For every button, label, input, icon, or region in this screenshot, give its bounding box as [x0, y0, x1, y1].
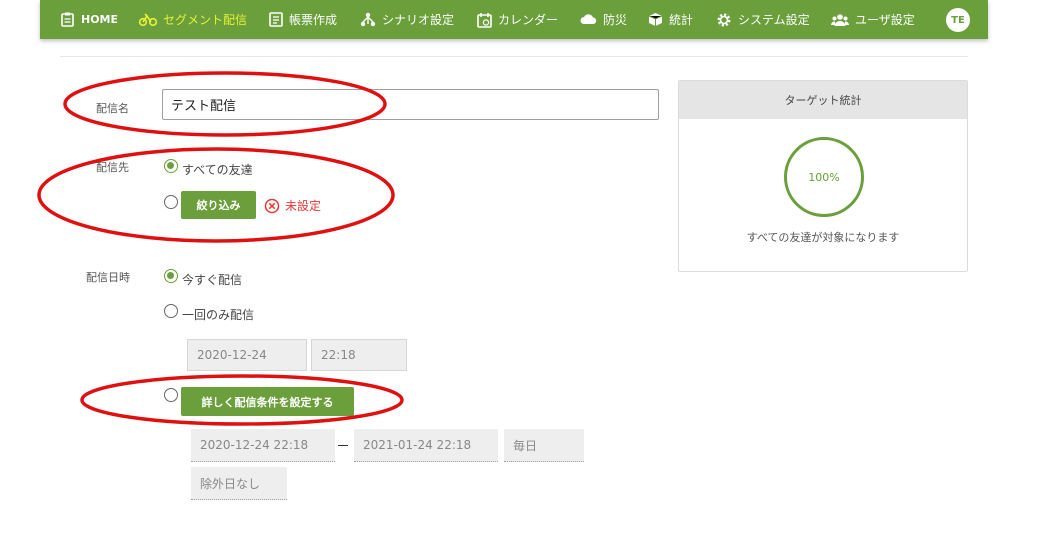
nav-calendar-label: カレンダー [498, 13, 559, 27]
filter-status-text: 未設定 [285, 199, 322, 213]
top-navbar: HOME セグメント配信 帳票作成 シナリオ設定 カレンダー 防災 統計 システ… [40, 0, 988, 39]
advanced-settings-button[interactable]: 詳しく配信条件を設定する [181, 387, 354, 416]
once-date-field[interactable]: 2020-12-24 [187, 339, 307, 371]
radio-send-once-label: 一回のみ配信 [182, 308, 255, 322]
nav-home[interactable]: HOME [60, 0, 118, 39]
document-icon [269, 12, 283, 27]
sitemap-icon [360, 12, 376, 27]
advanced-start-field[interactable]: 2020-12-24 22:18 [191, 429, 335, 462]
target-percent-ring: 100% [784, 137, 864, 217]
nav-system-label: システム設定 [738, 13, 810, 27]
nav-scenario-label: シナリオ設定 [382, 13, 455, 27]
name-label: 配信名 [96, 102, 129, 115]
radio-all-friends[interactable] [164, 159, 178, 173]
calendar-icon [477, 12, 492, 28]
bicycle-icon [139, 13, 157, 27]
nav-calendar[interactable]: カレンダー [477, 0, 558, 39]
radio-send-once[interactable] [164, 304, 178, 318]
target-caption: すべての友達が対象になります [746, 231, 900, 244]
nav-home-label: HOME [81, 13, 119, 26]
range-dash [338, 445, 348, 446]
radio-send-now-label: 今すぐ配信 [182, 273, 243, 287]
radio-all-friends-label: すべての友達 [182, 163, 253, 177]
datetime-label: 配信日時 [86, 271, 130, 284]
cube-icon [648, 13, 663, 26]
header-divider [60, 56, 968, 57]
nav-report[interactable]: 帳票作成 [269, 0, 337, 39]
nav-report-label: 帳票作成 [289, 13, 338, 27]
radio-send-now[interactable] [164, 269, 178, 283]
gear-icon [717, 13, 731, 26]
destination-label: 配信先 [96, 161, 129, 174]
nav-stats-label: 統計 [669, 13, 694, 27]
advanced-end-field[interactable]: 2021-01-24 22:18 [354, 429, 498, 462]
nav-segment[interactable]: セグメント配信 [139, 0, 247, 39]
radio-advanced[interactable] [164, 388, 178, 402]
cloud-icon [580, 14, 597, 24]
clipboard-icon [61, 12, 74, 27]
nav-user[interactable]: ユーザ設定 [831, 0, 915, 39]
filter-button[interactable]: 絞り込み [181, 191, 256, 219]
nav-scenario[interactable]: シナリオ設定 [360, 0, 454, 39]
radio-filter[interactable] [164, 195, 178, 209]
nav-disaster-label: 防災 [603, 13, 628, 27]
name-input[interactable] [162, 89, 659, 120]
nav-stats[interactable]: 統計 [648, 0, 693, 39]
nav-segment-label: セグメント配信 [163, 13, 248, 27]
filter-status: 未設定 [264, 197, 321, 214]
nav-disaster[interactable]: 防災 [580, 0, 627, 39]
nav-user-label: ユーザ設定 [855, 13, 915, 27]
avatar[interactable]: TE [946, 8, 970, 32]
once-time-field[interactable]: 22:18 [311, 339, 407, 371]
users-icon [831, 13, 849, 26]
exclude-days-field[interactable]: 除外日なし [191, 467, 287, 500]
repeat-select[interactable]: 毎日 [504, 429, 584, 462]
error-circle-icon [264, 198, 280, 213]
nav-system[interactable]: システム設定 [716, 0, 810, 39]
target-stats-title: ターゲット統計 [679, 81, 967, 119]
target-stats-card: ターゲット統計 100% すべての友達が対象になります [678, 80, 968, 272]
